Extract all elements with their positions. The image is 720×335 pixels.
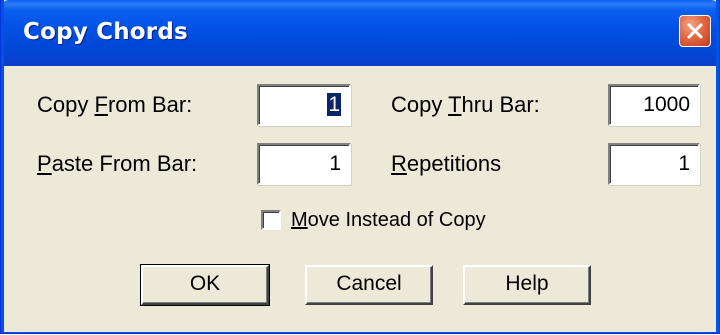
repetitions-input[interactable]: 1: [608, 143, 700, 185]
copy-thru-bar-input[interactable]: 1000: [608, 84, 700, 126]
copy-from-label-post: rom Bar:: [107, 92, 193, 117]
move-label-accel: M: [291, 209, 308, 231]
help-button[interactable]: Help: [463, 265, 591, 305]
move-label-post: ove Instead of Copy: [307, 209, 486, 231]
paste-from-label-post: aste From Bar:: [51, 151, 198, 176]
window-frame-right: [716, 0, 719, 333]
move-instead-checkbox[interactable]: [261, 210, 281, 230]
copy-from-label-accel: F: [94, 92, 108, 117]
copy-from-bar-label: Copy From Bar:: [37, 92, 192, 118]
close-icon: [687, 23, 703, 39]
copy-thru-label-pre: Copy: [391, 92, 449, 117]
copy-from-label-pre: Copy: [37, 92, 95, 117]
paste-from-bar-value: 1: [329, 152, 341, 175]
window-title: Copy Chords: [23, 19, 188, 45]
copy-thru-label-accel: T: [448, 92, 462, 117]
paste-from-label-accel: P: [37, 151, 52, 176]
repetitions-label: Repetitions: [391, 151, 501, 177]
copy-chords-dialog: Copy Chords Copy From Bar: 1 Copy Thru B…: [0, 0, 720, 334]
copy-from-bar-input[interactable]: 1: [257, 84, 351, 126]
paste-from-bar-label: Paste From Bar:: [37, 151, 197, 177]
copy-thru-bar-label: Copy Thru Bar:: [391, 92, 540, 118]
close-button[interactable]: [679, 15, 711, 47]
copy-from-bar-value: 1: [327, 93, 341, 116]
paste-from-bar-input[interactable]: 1: [257, 143, 351, 185]
repetitions-label-accel: R: [391, 151, 407, 176]
repetitions-value: 1: [678, 152, 690, 175]
move-instead-label[interactable]: Move Instead of Copy: [291, 209, 486, 232]
repetitions-label-post: epetitions: [406, 151, 502, 176]
title-bar[interactable]: Copy Chords: [1, 0, 719, 66]
copy-thru-label-post: hru Bar:: [461, 92, 540, 117]
ok-button[interactable]: OK: [140, 264, 270, 306]
copy-thru-bar-value: 1000: [643, 93, 690, 116]
dialog-body: Copy From Bar: 1 Copy Thru Bar: 1000 Pas…: [4, 66, 716, 332]
cancel-button[interactable]: Cancel: [305, 265, 433, 305]
